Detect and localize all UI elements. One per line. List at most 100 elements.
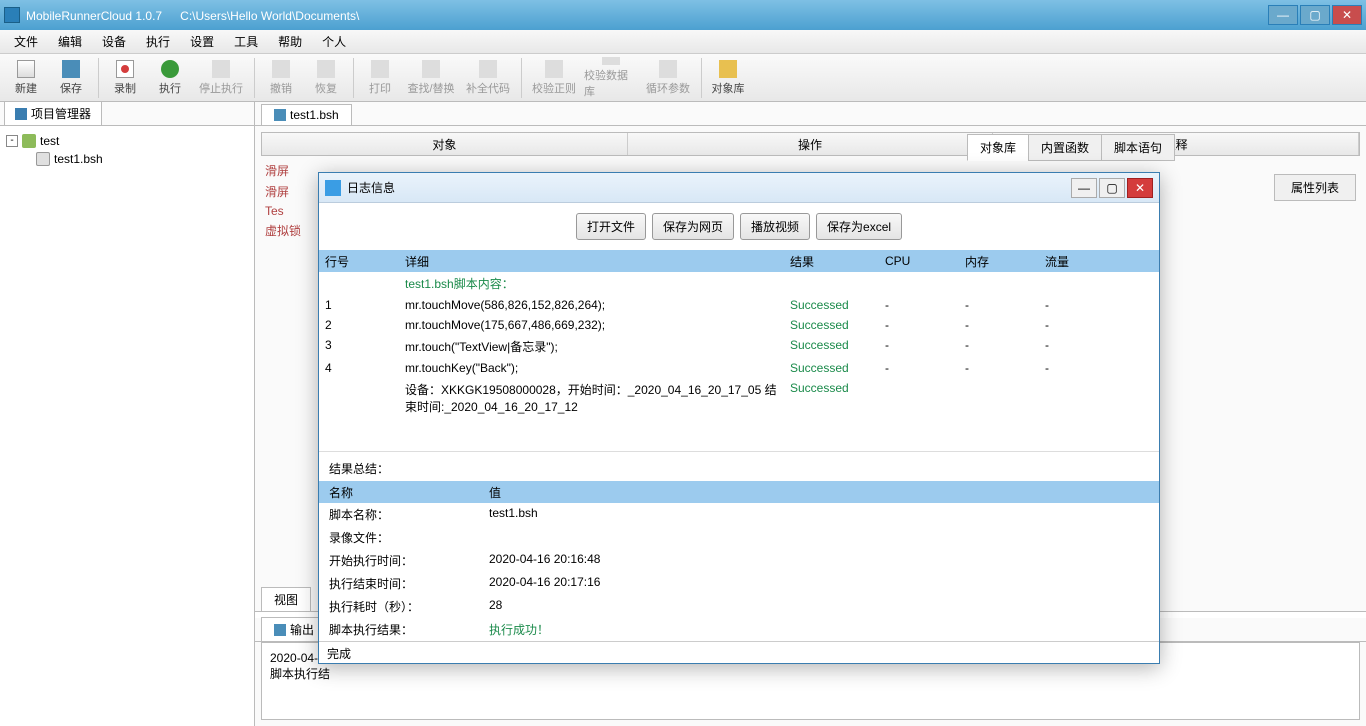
dialog-buttons: 打开文件 保存为网页 播放视频 保存为excel [319,203,1159,250]
console-icon [274,624,286,636]
tree-root[interactable]: -test [6,132,248,150]
stop-button[interactable]: 停止执行 [193,56,249,100]
col-value: 值 [479,481,1159,504]
validate-regex-button[interactable]: 校验正则 [526,56,582,100]
object-library-button[interactable]: 对象库 [706,56,750,100]
main-titlebar: MobileRunnerCloud 1.0.7 C:\Users\Hello W… [0,0,1366,30]
col-cpu: CPU [879,251,959,271]
collapse-icon[interactable]: - [6,135,18,147]
project-tree: -test test1.bsh [0,126,254,726]
print-icon [371,60,389,78]
output-line: 脚本执行结 [270,665,1351,682]
loop-icon [659,60,677,78]
log-row: 4mr.touchKey("Back");Successed--- [319,358,1159,378]
find-replace-button[interactable]: 查找/替换 [403,56,459,100]
menu-execute[interactable]: 执行 [136,30,180,53]
file-icon [274,109,286,121]
side-tab-builtin-func[interactable]: 内置函数 [1028,134,1102,161]
side-tab-script-statement[interactable]: 脚本语句 [1101,134,1175,161]
summary-title: 结果总结： [319,452,1159,481]
redo-icon [317,60,335,78]
open-file-button[interactable]: 打开文件 [576,213,646,240]
menu-edit[interactable]: 编辑 [48,30,92,53]
play-video-button[interactable]: 播放视频 [740,213,810,240]
new-icon [17,60,35,78]
col-result: 结果 [784,250,879,273]
side-tab-object-library[interactable]: 对象库 [967,134,1029,161]
editor-tab-active[interactable]: test1.bsh [261,104,352,125]
menu-personal[interactable]: 个人 [312,30,356,53]
log-info-dialog: 日志信息 — ▢ ✕ 打开文件 保存为网页 播放视频 保存为excel 行号 详… [318,172,1160,664]
app-title: MobileRunnerCloud 1.0.7 C:\Users\Hello W… [26,8,359,23]
dialog-icon [325,180,341,196]
col-detail: 详细 [399,250,784,273]
validate-db-button[interactable]: 校验数据库 [583,56,639,100]
folder-icon [15,108,27,120]
log-table-body[interactable]: test1.bsh脚本内容： 1mr.touchMove(586,826,152… [319,272,1159,452]
side-tabs: 对象库 内置函数 脚本语句 [967,134,1174,161]
menu-help[interactable]: 帮助 [268,30,312,53]
summary-row: 录像文件： [319,526,1159,549]
close-button[interactable]: ✕ [1332,5,1362,25]
save-icon [62,60,80,78]
record-button[interactable]: 录制 [103,56,147,100]
redo-button[interactable]: 恢复 [304,56,348,100]
col-line-no: 行号 [319,250,399,273]
summary-body: 脚本名称：test1.bsh 录像文件： 开始执行时间：2020-04-16 2… [319,503,1159,641]
new-button[interactable]: 新建 [4,56,48,100]
log-row: 1mr.touchMove(586,826,152,826,264);Succe… [319,295,1159,315]
menu-file[interactable]: 文件 [4,30,48,53]
tree-file[interactable]: test1.bsh [6,150,248,168]
dialog-titlebar: 日志信息 — ▢ ✕ [319,173,1159,203]
menu-settings[interactable]: 设置 [180,30,224,53]
menu-tools[interactable]: 工具 [224,30,268,53]
log-row: 2mr.touchMove(175,667,486,669,232);Succe… [319,315,1159,335]
maximize-button[interactable]: ▢ [1300,5,1330,25]
record-icon [116,60,134,78]
summary-row: 开始执行时间：2020-04-16 20:16:48 [319,549,1159,572]
attribute-list-tab[interactable]: 属性列表 [1274,174,1356,201]
log-device-row: 设备：XKKGK19508000028，开始时间：_2020_04_16_20_… [319,378,1159,418]
print-button[interactable]: 打印 [358,56,402,100]
run-icon [161,60,179,78]
summary-header: 名称 值 [319,481,1159,503]
col-name: 名称 [319,481,479,504]
loop-params-button[interactable]: 循环参数 [640,56,696,100]
summary-row: 脚本名称：test1.bsh [319,503,1159,526]
summary-row: 执行耗时（秒）：28 [319,595,1159,618]
log-row: 3mr.touch("TextView|备忘录");Successed--- [319,335,1159,358]
stop-icon [212,60,230,78]
dialog-minimize-button[interactable]: — [1071,178,1097,198]
search-icon [422,60,440,78]
code-icon [479,60,497,78]
database-icon [602,57,620,65]
summary-row: 脚本执行结果：执行成功！ [319,618,1159,641]
menu-device[interactable]: 设备 [92,30,136,53]
save-as-excel-button[interactable]: 保存为excel [816,213,902,240]
dialog-status: 完成 [319,641,1159,663]
library-icon [719,60,737,78]
summary-row: 执行结束时间：2020-04-16 20:17:16 [319,572,1159,595]
toolbar: 新建 保存 录制 执行 停止执行 撤销 恢复 打印 查找/替换 补全代码 校验正… [0,54,1366,102]
dialog-title: 日志信息 [347,179,395,196]
dialog-close-button[interactable]: ✕ [1127,178,1153,198]
step-grid-header: 对象 操作 注释 [261,132,1360,156]
undo-button[interactable]: 撤销 [259,56,303,100]
minimize-button[interactable]: — [1268,5,1298,25]
view-tab[interactable]: 视图 [261,587,311,611]
file-icon [36,152,50,166]
regex-icon [545,60,563,78]
dialog-maximize-button[interactable]: ▢ [1099,178,1125,198]
save-button[interactable]: 保存 [49,56,93,100]
col-object: 对象 [262,133,628,155]
log-table-header: 行号 详细 结果 CPU 内存 流量 [319,250,1159,272]
project-manager-tab[interactable]: 项目管理器 [4,101,102,125]
col-memory: 内存 [959,250,1039,273]
save-as-web-button[interactable]: 保存为网页 [652,213,734,240]
editor-tabs: test1.bsh [255,102,1366,126]
complete-code-button[interactable]: 补全代码 [460,56,516,100]
project-icon [22,134,36,148]
run-button[interactable]: 执行 [148,56,192,100]
col-traffic: 流量 [1039,250,1119,273]
app-icon [4,7,20,23]
